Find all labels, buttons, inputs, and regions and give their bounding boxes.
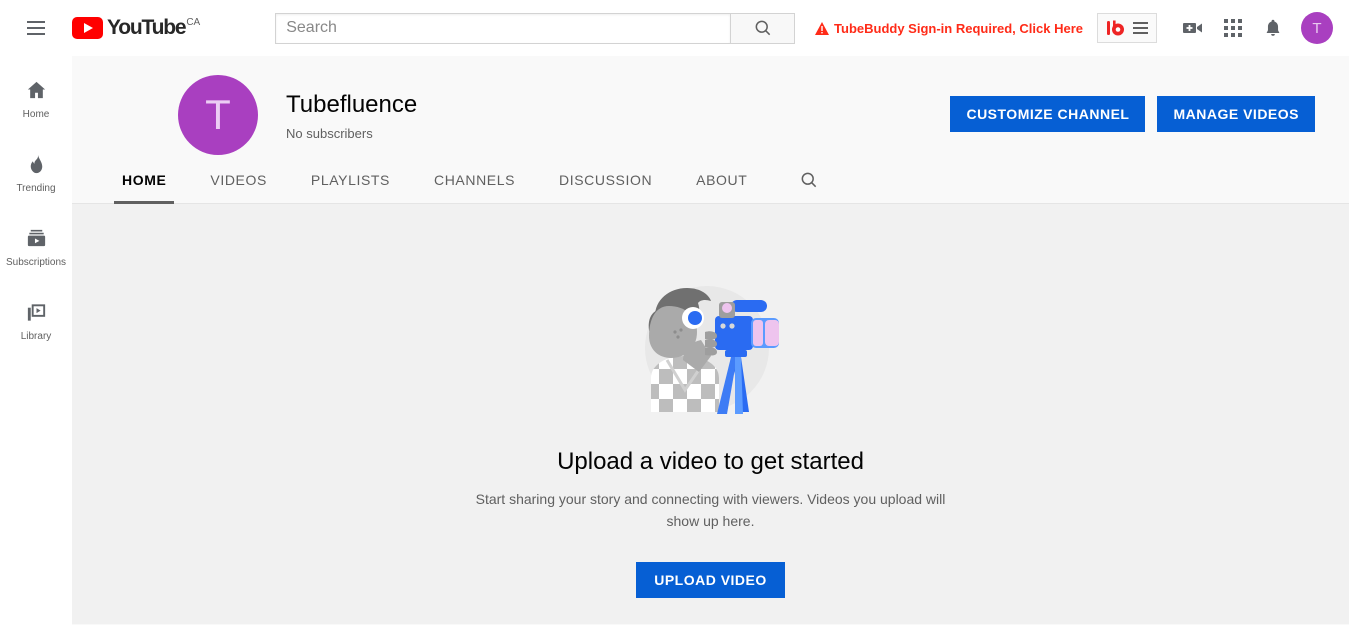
- channel-action-buttons: CUSTOMIZE CHANNEL MANAGE VIDEOS: [950, 96, 1315, 132]
- apps-dot: [1224, 26, 1228, 30]
- tubebuddy-signin-alert[interactable]: TubeBuddy Sign-in Required, Click Here: [815, 21, 1083, 36]
- sidebar: Home Trending Subscriptions Library: [0, 56, 72, 625]
- channel-header: T Tubefluence No subscribers CUSTOMIZE C…: [72, 56, 1349, 156]
- subscriber-count: No subscribers: [286, 125, 373, 141]
- play-button-icon: [72, 17, 103, 39]
- channel-tabs: HOME VIDEOS PLAYLISTS CHANNELS DISCUSSIO…: [72, 156, 1349, 204]
- tab-home[interactable]: HOME: [100, 156, 188, 204]
- tab-channels[interactable]: CHANNELS: [412, 156, 537, 204]
- person-with-camcorder-illustration: [644, 286, 779, 414]
- apps-dot: [1231, 33, 1235, 37]
- tab-about[interactable]: ABOUT: [674, 156, 769, 204]
- sidebar-label-home: Home: [22, 108, 50, 120]
- apps-dot: [1224, 33, 1228, 37]
- bell-icon: [1266, 19, 1280, 36]
- search-icon: [801, 172, 817, 187]
- tab-videos[interactable]: VIDEOS: [188, 156, 289, 204]
- hamburger-line: [27, 33, 45, 35]
- flame-icon: [24, 153, 48, 177]
- header-actions: TubeBuddy Sign-in Required, Click Here T: [815, 0, 1349, 56]
- manage-videos-button[interactable]: MANAGE VIDEOS: [1157, 96, 1315, 132]
- home-icon: [24, 79, 48, 103]
- masthead: YouTube CA TubeBuddy Sign-in Required, C…: [0, 0, 1349, 56]
- library-icon: [24, 301, 48, 325]
- tab-discussion[interactable]: DISCUSSION: [537, 156, 674, 204]
- apps-dot: [1238, 33, 1242, 37]
- channel-search-button[interactable]: [785, 156, 833, 204]
- sidebar-label-trending: Trending: [16, 182, 56, 194]
- sidebar-label-subscriptions: Subscriptions: [5, 256, 67, 268]
- tab-playlists[interactable]: PLAYLISTS: [289, 156, 412, 204]
- country-code-label: CA: [186, 17, 201, 28]
- apps-dot: [1224, 19, 1228, 23]
- search-button[interactable]: [730, 12, 796, 44]
- apps-grid-icon: [1224, 19, 1242, 37]
- search-input[interactable]: [275, 12, 731, 44]
- notifications-button[interactable]: [1253, 8, 1293, 48]
- apps-dot: [1238, 19, 1242, 23]
- empty-state-subtitle: Start sharing your story and connecting …: [475, 491, 946, 529]
- tubebuddy-menu-icon: [1133, 22, 1148, 34]
- menu-line: [1133, 32, 1148, 34]
- create-video-button[interactable]: [1173, 8, 1213, 48]
- account-avatar[interactable]: T: [1301, 12, 1333, 44]
- menu-line: [1133, 27, 1148, 29]
- subscriptions-icon: [24, 227, 48, 251]
- video-camera-plus-icon: [1183, 23, 1202, 33]
- menu-line: [1133, 22, 1148, 24]
- sidebar-item-home[interactable]: Home: [0, 62, 72, 136]
- tubebuddy-alert-label: TubeBuddy Sign-in Required, Click Here: [834, 20, 1083, 36]
- customize-channel-button[interactable]: CUSTOMIZE CHANNEL: [950, 96, 1146, 132]
- tubebuddy-logo-icon: [1107, 20, 1124, 36]
- search-bar: [275, 12, 796, 44]
- channel-avatar-letter: T: [205, 91, 231, 138]
- sidebar-item-trending[interactable]: Trending: [0, 136, 72, 210]
- apps-button[interactable]: [1213, 8, 1253, 48]
- sidebar-item-library[interactable]: Library: [0, 284, 72, 358]
- channel-name: Tubefluence: [286, 90, 418, 118]
- channel-page: T Tubefluence No subscribers CUSTOMIZE C…: [72, 56, 1349, 625]
- hamburger-line: [27, 27, 45, 29]
- avatar-letter: T: [1312, 19, 1322, 37]
- tubebuddy-extension-button[interactable]: [1097, 13, 1157, 43]
- youtube-logo[interactable]: YouTube CA: [72, 17, 200, 39]
- upload-video-button[interactable]: UPLOAD VIDEO: [636, 562, 785, 598]
- hamburger-line: [27, 21, 45, 23]
- sidebar-label-library: Library: [20, 330, 52, 342]
- hamburger-icon[interactable]: [16, 8, 56, 48]
- channel-info: Tubefluence No subscribers: [286, 90, 417, 141]
- apps-dot: [1231, 26, 1235, 30]
- empty-state: Upload a video to get started Start shar…: [72, 204, 1349, 624]
- empty-state-title: Upload a video to get started: [557, 448, 864, 475]
- search-icon: [755, 20, 770, 36]
- apps-dot: [1231, 19, 1235, 23]
- sidebar-item-subscriptions[interactable]: Subscriptions: [0, 210, 72, 284]
- warning-triangle-icon: [815, 21, 830, 35]
- apps-dot: [1238, 26, 1242, 30]
- youtube-wordmark: YouTube: [107, 16, 187, 39]
- channel-avatar[interactable]: T: [178, 75, 258, 155]
